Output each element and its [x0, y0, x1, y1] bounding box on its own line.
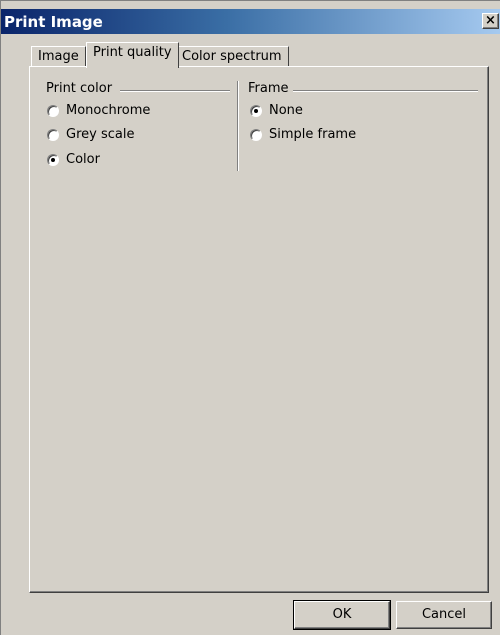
print-color-group-line	[120, 90, 230, 92]
radio-button-checked[interactable]	[250, 105, 262, 117]
close-button[interactable]: ×	[482, 13, 499, 29]
tab-print-quality[interactable]: Print quality	[86, 42, 179, 68]
radio-label: None	[269, 103, 303, 118]
radio-label: Monochrome	[66, 103, 151, 118]
cancel-button[interactable]: Cancel	[396, 601, 492, 629]
print-image-dialog: Print Image × Image Print quality Color …	[0, 0, 500, 635]
print-color-group-label: Print color	[46, 81, 117, 96]
tab-image[interactable]: Image	[31, 46, 86, 67]
radio-button[interactable]	[47, 105, 59, 117]
radio-label: Simple frame	[269, 127, 357, 142]
frame-group-line	[292, 90, 478, 92]
radio-label: Color	[66, 152, 100, 167]
tab-panel-print-quality: Print color Monochrome Grey scale Color …	[29, 66, 489, 593]
radio-label: Grey scale	[66, 127, 135, 142]
title-bar[interactable]: Print Image ×	[1, 9, 500, 34]
tab-color-spectrum[interactable]: Color spectrum	[175, 46, 289, 67]
frame-group-label: Frame	[248, 81, 293, 96]
radio-button-checked[interactable]	[47, 154, 59, 166]
ok-button[interactable]: OK	[293, 600, 391, 630]
group-divider	[237, 81, 239, 171]
window-title: Print Image	[4, 13, 103, 31]
radio-button[interactable]	[250, 129, 262, 141]
radio-button[interactable]	[47, 129, 59, 141]
close-icon: ×	[485, 13, 496, 28]
